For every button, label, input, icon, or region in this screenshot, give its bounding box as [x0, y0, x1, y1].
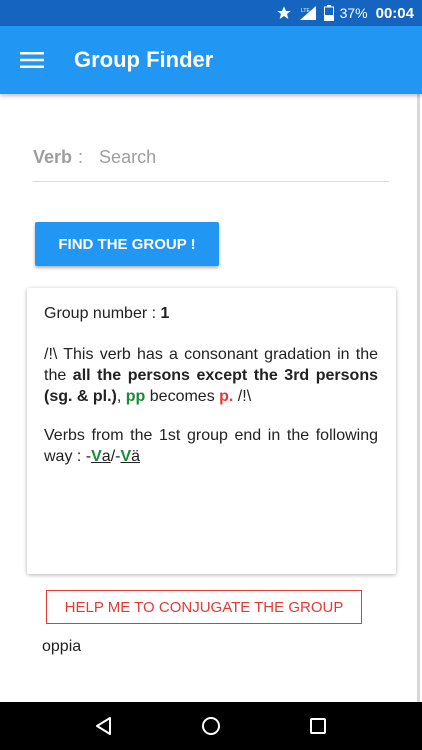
battery-icon [323, 5, 334, 21]
ending-vowel-1: V [91, 448, 102, 465]
verb-search-input[interactable] [99, 147, 360, 168]
home-circle-icon[interactable] [187, 702, 235, 750]
conjugate-help-button[interactable]: HELP ME TO CONJUGATE THE GROUP [46, 590, 362, 624]
app-bar: Group Finder [0, 26, 422, 94]
consonant-gradation-note: /!\ This verb has a consonant gradation … [44, 344, 378, 407]
app-title: Group Finder [74, 47, 214, 72]
main-content: Verb : FIND THE GROUP ! Group number : 1… [0, 94, 422, 702]
clock: 00:04 [375, 4, 414, 22]
verb-search-row: Verb : [33, 134, 389, 182]
find-group-button[interactable]: FIND THE GROUP ! [35, 222, 219, 266]
recents-square-icon[interactable] [294, 702, 342, 750]
star-icon [276, 5, 292, 21]
status-bar: LTE 37% 00:04 [0, 0, 422, 26]
navigation-bar [0, 702, 422, 750]
ending-vowel-2: V [120, 448, 132, 465]
back-triangle-icon[interactable] [80, 702, 128, 750]
result-card: Group number : 1 /!\ This verb has a con… [27, 288, 396, 655]
scroll-indicator[interactable] [417, 94, 420, 702]
gradation-the: the [44, 367, 73, 384]
group-number-value: 1 [160, 305, 170, 322]
battery-percent: 37% [339, 5, 368, 21]
verb-colon: : [78, 147, 84, 167]
hamburger-menu-icon[interactable] [0, 26, 64, 94]
ending-a: a [101, 448, 111, 465]
example-verb: oppia [42, 638, 82, 655]
gradation-comma: , [116, 388, 126, 405]
network-label: LTE [301, 8, 310, 14]
verb-ending-note: Verbs from the 1st group end in the foll… [44, 425, 378, 467]
gradation-tail: /!\ [233, 388, 252, 405]
gradation-to-consonant: p. [219, 388, 234, 405]
gradation-becomes: becomes [145, 388, 220, 405]
signal-icon: LTE [298, 5, 318, 21]
gradation-from-consonant: pp [125, 388, 146, 405]
verb-label: Verb [33, 147, 73, 167]
gradation-lead: /!\ This verb has a consonant gradation … [44, 346, 378, 363]
group-number-line: Group number : 1 [44, 303, 378, 324]
ending-a-umlaut: ä [131, 448, 141, 465]
group-number-label: Group number : [44, 305, 161, 322]
